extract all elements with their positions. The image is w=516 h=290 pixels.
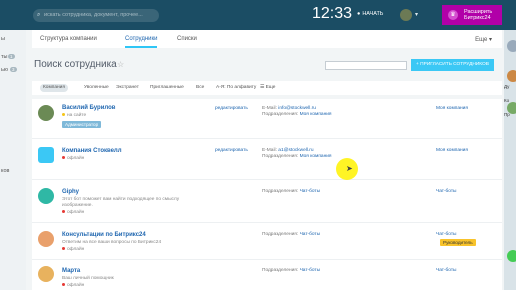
tab-structure[interactable]: Структура компании: [40, 36, 97, 42]
status-indicator: офлайн: [62, 247, 84, 252]
preset-all[interactable]: Все: [196, 84, 204, 92]
employee-name[interactable]: Марта: [62, 268, 80, 274]
crown-icon: ♛: [448, 10, 458, 20]
head-badge: Руководитель: [440, 239, 476, 246]
department-link[interactable]: Чат-боты: [436, 189, 457, 194]
email-field: E-Mail: a1@stockwell.ru: [262, 148, 314, 153]
avatar[interactable]: [38, 147, 54, 163]
pointer-icon: ➤: [346, 164, 353, 173]
list-item: Василий Бурилов на сайте Администратор р…: [32, 99, 502, 139]
list-item: Компания Стоквелл офлайн редактировать E…: [32, 139, 502, 180]
user-avatar[interactable]: [400, 9, 412, 21]
page-title: Поиск сотрудника: [34, 59, 117, 70]
left-menu-item[interactable]: ков: [1, 168, 9, 174]
cursor-highlight: ➤: [336, 158, 358, 180]
department-field: Подразделения: Моя компания: [262, 154, 332, 159]
department-link[interactable]: Чат-боты: [436, 232, 457, 237]
department-field: Подразделения: Чат-боты: [262, 232, 321, 237]
main-content: Структура компании Сотрудники Списки Еще…: [26, 30, 504, 290]
bot-description: Этот бот поможет вам найти подходящее по…: [62, 197, 180, 202]
right-panel-label: Ко: [504, 98, 510, 103]
status-indicator: на сайте: [62, 113, 86, 118]
employee-name[interactable]: Giphy: [62, 189, 79, 195]
list-item: Марта Ваш личный помощник офлайн Подразд…: [32, 260, 502, 290]
chevron-down-icon[interactable]: ▾: [415, 11, 418, 18]
list-item: Giphy Этот бот поможет вам найти подходя…: [32, 180, 502, 223]
counter-badge: 1: [8, 54, 15, 59]
more-button[interactable]: Еще ▾: [475, 36, 492, 43]
department-link[interactable]: Чат-боты: [436, 268, 457, 273]
edit-link[interactable]: редактировать: [215, 106, 248, 111]
counter-badge: 3: [10, 67, 17, 72]
active-tab-indicator: [125, 46, 157, 48]
left-menu-item[interactable]: ью: [1, 67, 8, 73]
employee-name[interactable]: Компания Стоквелл: [62, 148, 122, 154]
preset-fired[interactable]: Уволенные: [84, 84, 109, 92]
avatar[interactable]: [38, 231, 54, 247]
list-item: Консультации по Битрикс24 Ответим на все…: [32, 223, 502, 260]
department-field: Подразделения: Моя компания: [262, 112, 332, 117]
bot-description: Ответим на все ваши вопросы по Битрикс24: [62, 240, 162, 245]
employee-name[interactable]: Василий Бурилов: [62, 105, 115, 111]
tabs-bar: Структура компании Сотрудники Списки Еще…: [32, 30, 502, 48]
tab-employees[interactable]: Сотрудники: [125, 36, 158, 42]
bot-description: Ваш личный помощник: [62, 276, 114, 281]
avatar[interactable]: [38, 266, 54, 282]
top-bar: ⌕ искать сотрудника, документ, прочее...…: [0, 0, 516, 30]
status-indicator: офлайн: [62, 283, 84, 288]
tab-lists[interactable]: Списки: [177, 36, 197, 42]
clock: 12:33: [312, 5, 353, 22]
admin-badge: Администратор: [62, 121, 102, 128]
employee-name[interactable]: Консультации по Битрикс24: [62, 232, 146, 238]
contact-avatar[interactable]: [507, 70, 516, 82]
upgrade-button[interactable]: ♛ Расширить Битрикс24: [442, 5, 502, 25]
search-placeholder: искать сотрудника, документ, прочее...: [44, 12, 143, 18]
right-panel-label: Пр: [504, 112, 510, 117]
contact-avatar[interactable]: [507, 40, 516, 52]
email-field: E-Mail: info@stockwell.ru: [262, 106, 316, 111]
bot-description: изображение.: [62, 203, 93, 208]
left-menu-item[interactable]: ы: [1, 36, 5, 42]
department-field: Подразделения: Чат-боты: [262, 268, 321, 273]
promo-line-2: Битрикс24: [464, 15, 491, 21]
right-panel: [504, 30, 516, 290]
preset-alphabet[interactable]: А-Я: По алфавиту: [216, 84, 256, 92]
employee-list: Василий Бурилов на сайте Администратор р…: [32, 99, 502, 290]
department-field: Подразделения: Чат-боты: [262, 189, 321, 194]
status-indicator: офлайн: [62, 156, 84, 161]
search-icon: ⌕: [37, 12, 41, 18]
department-link[interactable]: Моя компания: [436, 106, 468, 111]
edit-link[interactable]: редактировать: [215, 148, 248, 153]
play-icon: ●: [357, 11, 361, 17]
preset-more[interactable]: ☰ Еще: [260, 84, 275, 92]
right-panel-label: Ду: [504, 84, 510, 89]
preset-extranet[interactable]: Экстранет: [116, 84, 139, 92]
filter-presets: Компания Уволенные Экстранет Приглашенны…: [32, 81, 502, 95]
contact-avatar[interactable]: [507, 250, 516, 262]
invite-employees-button[interactable]: + ПРИГЛАСИТЬ СОТРУДНИКОВ: [411, 59, 494, 71]
preset-company[interactable]: Компания: [40, 84, 68, 92]
star-icon[interactable]: ☆: [117, 60, 124, 69]
avatar[interactable]: [38, 188, 54, 204]
filter-input[interactable]: [325, 61, 407, 70]
status-indicator: офлайн: [62, 210, 84, 215]
avatar[interactable]: [38, 105, 54, 121]
preset-invited[interactable]: Приглашенные: [150, 84, 184, 92]
department-link[interactable]: Моя компания: [436, 148, 468, 153]
left-menu: ы ты 1 ью 3 ков: [0, 30, 26, 290]
search-input[interactable]: ⌕ искать сотрудника, документ, прочее...: [33, 9, 159, 22]
start-workday-button[interactable]: ● НАЧАТЬ: [357, 11, 383, 17]
left-menu-item[interactable]: ты: [1, 54, 7, 60]
